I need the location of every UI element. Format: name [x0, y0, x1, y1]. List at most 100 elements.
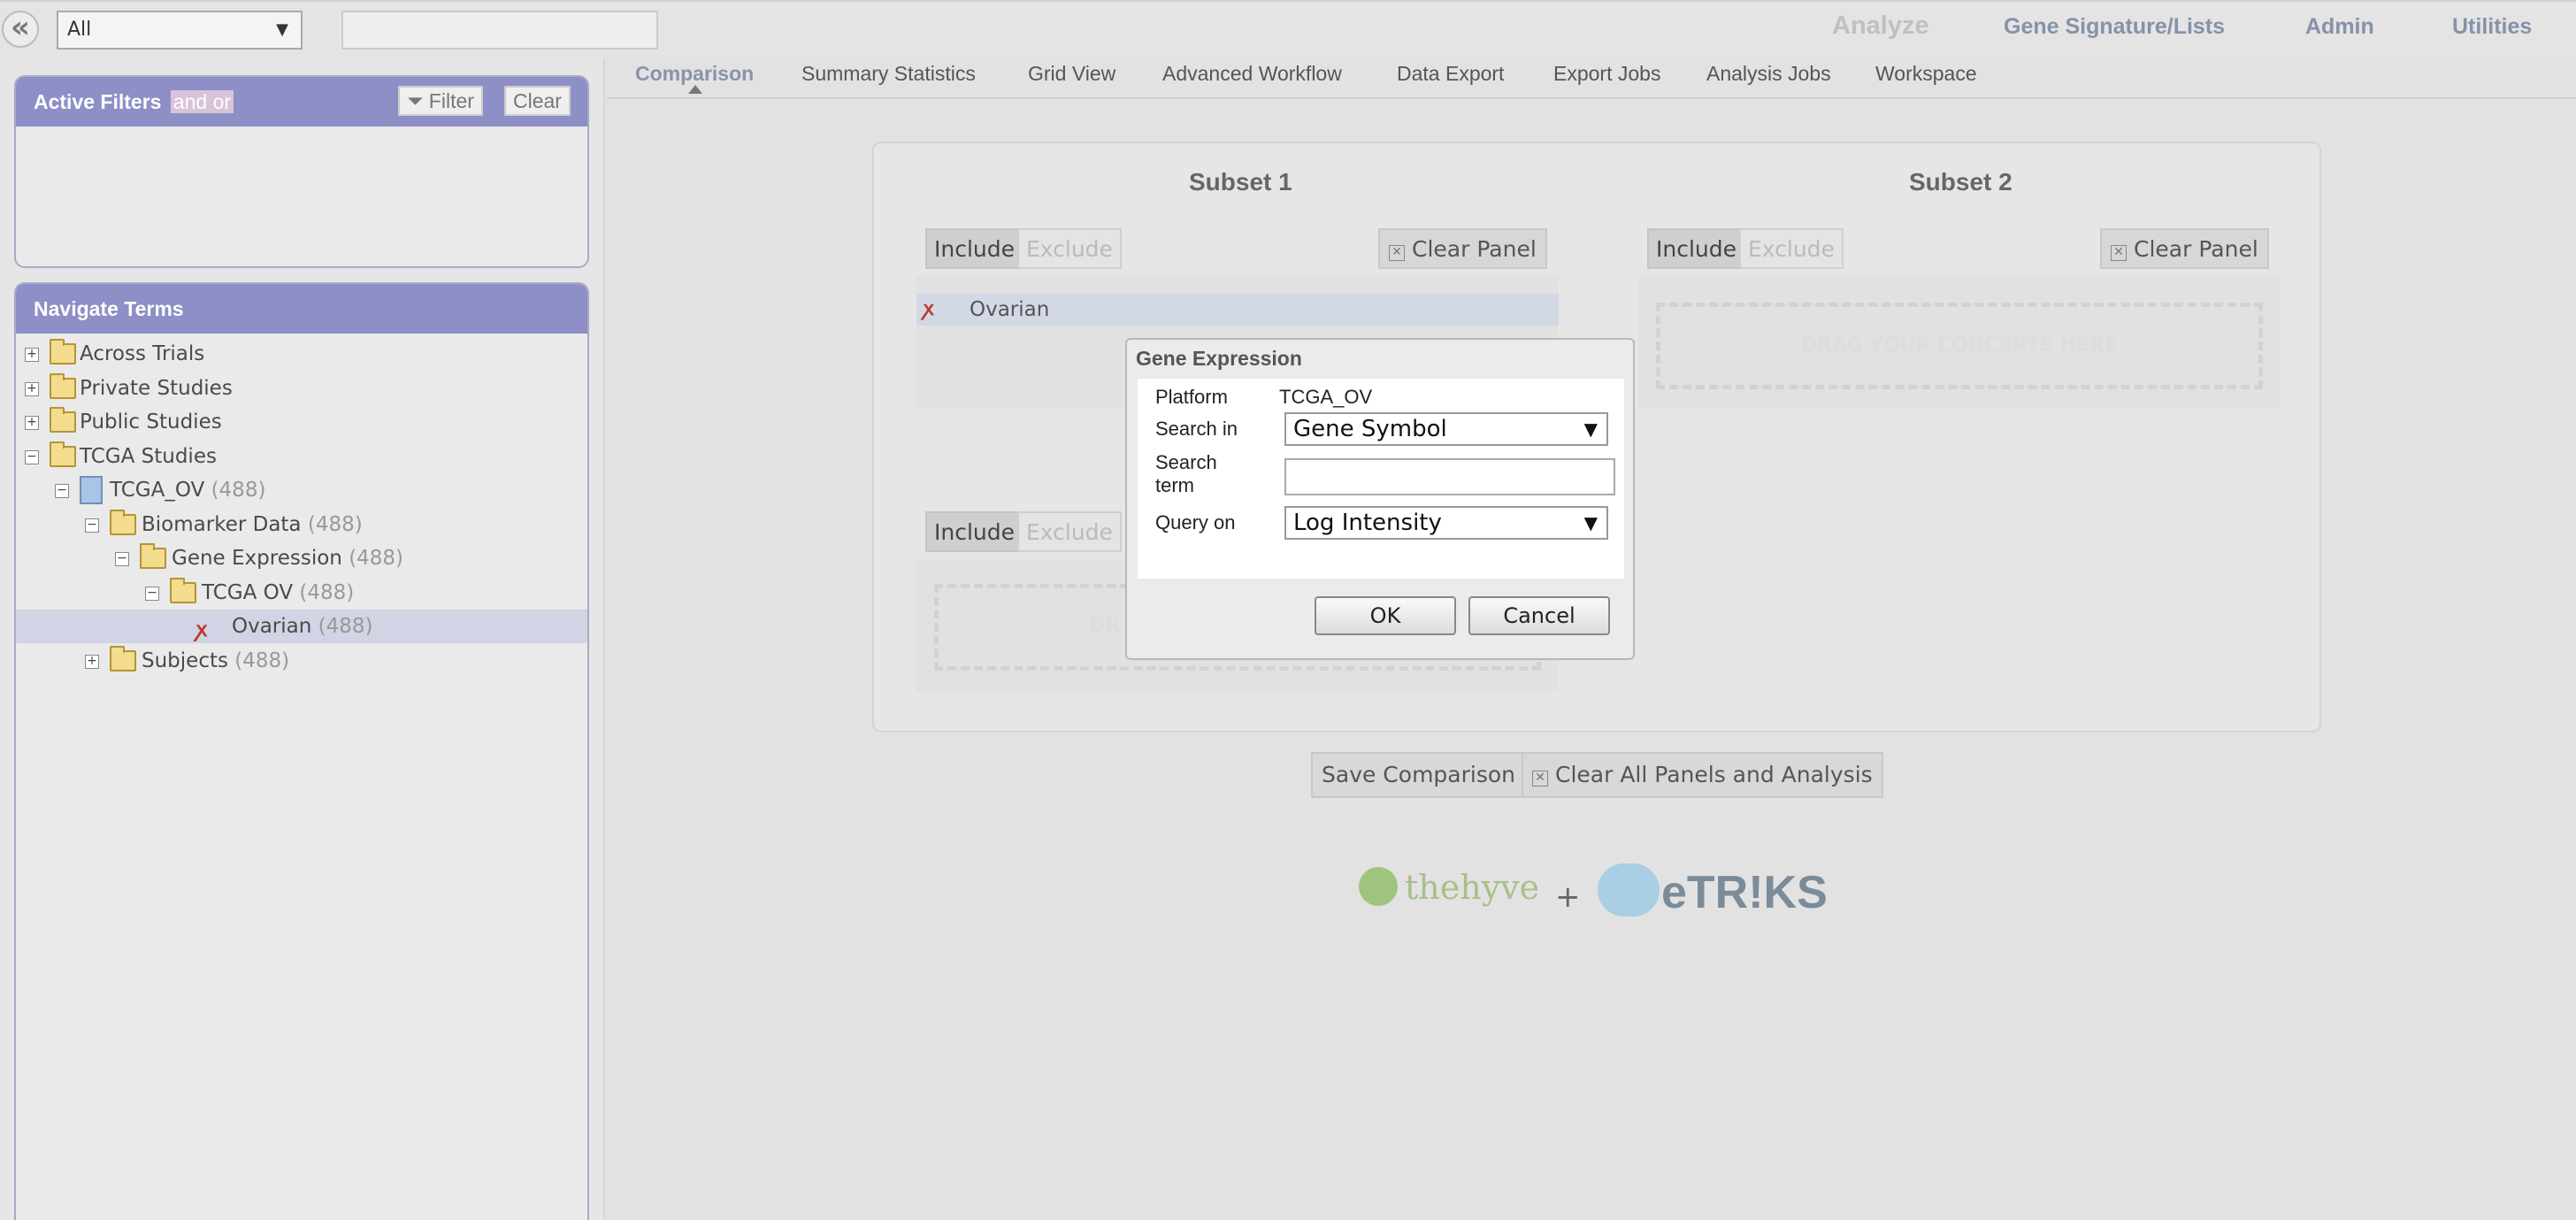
- expand-icon[interactable]: +: [25, 416, 39, 430]
- folder-icon: [50, 373, 76, 399]
- nav-utilities[interactable]: Utilities: [2452, 14, 2532, 40]
- active-filters-panel: Active Filters and or ⏷ Filter Clear: [14, 75, 589, 268]
- tree-node-tcga-studies[interactable]: − TCGA Studies: [16, 440, 587, 473]
- chevron-down-icon: ▼: [276, 20, 288, 39]
- tree-node-gene-expression[interactable]: − Gene Expression (488): [16, 541, 587, 575]
- dialog-title: Gene Expression: [1136, 347, 1302, 370]
- subset-2-title: Subset 2: [1909, 168, 2012, 196]
- search-term-label-line-1: Search: [1155, 451, 1217, 473]
- high-dimensional-data-icon: ꭗ: [924, 298, 934, 320]
- tab-export-jobs[interactable]: Export Jobs: [1553, 62, 1660, 86]
- active-tab-indicator: [688, 85, 702, 94]
- search-term-label: Search term: [1155, 451, 1217, 497]
- query-on-select[interactable]: Log Intensity ▼: [1284, 506, 1608, 540]
- tree-node-biomarker-data[interactable]: − Biomarker Data (488): [16, 508, 587, 541]
- tree-node-count: (488): [307, 513, 363, 536]
- tab-advanced-workflow[interactable]: Advanced Workflow: [1162, 62, 1342, 86]
- tree-node-label: Public Studies: [80, 411, 222, 434]
- top-search-input[interactable]: [341, 11, 658, 50]
- clear-filters-button[interactable]: Clear: [504, 86, 571, 116]
- collapse-icon[interactable]: −: [25, 450, 39, 464]
- include-toggle[interactable]: Include: [1647, 228, 1746, 269]
- and-or-toggle[interactable]: and or: [170, 90, 234, 113]
- tree-node-tcga-ov-platform[interactable]: − TCGA OV (488): [16, 576, 587, 610]
- include-toggle[interactable]: Include: [925, 511, 1024, 552]
- folder-open-icon: [110, 510, 136, 535]
- exclude-toggle[interactable]: Exclude: [1017, 228, 1122, 269]
- folder-open-icon: [50, 441, 76, 467]
- tab-grid-view[interactable]: Grid View: [1028, 62, 1116, 86]
- nav-admin[interactable]: Admin: [2305, 14, 2374, 40]
- collapse-icon[interactable]: −: [115, 552, 129, 566]
- platform-value: TCGA_OV: [1279, 386, 1373, 408]
- close-icon: ✕: [1532, 771, 1548, 786]
- collapse-icon[interactable]: −: [145, 587, 159, 601]
- chevron-down-icon: ▼: [1583, 512, 1598, 533]
- left-panel: Active Filters and or ⏷ Filter Clear Nav…: [0, 58, 605, 1220]
- tree-node-label: TCGA Studies: [80, 445, 217, 468]
- dialog-body: Platform TCGA_OV Search in Gene Symbol ▼ …: [1138, 379, 1624, 579]
- include-toggle[interactable]: Include: [925, 228, 1024, 269]
- tree-node-count: (488): [299, 581, 355, 604]
- navigate-terms-panel: Navigate Terms + Across Trials + Private…: [14, 282, 589, 1220]
- collapse-sidebar-button[interactable]: «: [2, 11, 39, 48]
- etriks-logo-text: eTR!KS: [1661, 867, 1828, 918]
- tree-node-label: TCGA OV (488): [202, 576, 354, 610]
- expand-icon[interactable]: +: [25, 382, 39, 396]
- tab-data-export[interactable]: Data Export: [1397, 62, 1504, 86]
- concept-tree: + Across Trials + Private Studies + Publ…: [16, 334, 587, 1220]
- tree-node-subjects[interactable]: + Subjects (488): [16, 644, 587, 678]
- expand-icon[interactable]: +: [85, 655, 99, 669]
- panel-toolbar: Include Exclude ✕ Clear Panel: [1638, 219, 2281, 276]
- tree-node-count: (488): [234, 649, 290, 672]
- query-on-label: Query on: [1155, 511, 1236, 533]
- tree-node-ovarian[interactable]: ꭗ Ovarian (488): [16, 610, 587, 643]
- category-select[interactable]: All ▼: [57, 11, 303, 50]
- nav-gene-signature-lists[interactable]: Gene Signature/Lists: [2004, 14, 2225, 40]
- search-in-value: Gene Symbol: [1293, 416, 1447, 442]
- folder-open-icon: [170, 578, 196, 603]
- folder-open-icon: [140, 543, 166, 569]
- tree-node-public-studies[interactable]: + Public Studies: [16, 405, 587, 439]
- expand-icon[interactable]: +: [25, 348, 39, 362]
- subset-1-title: Subset 1: [1189, 168, 1292, 196]
- concept-drop-zone[interactable]: DRAG YOUR CONCEPTS HERE: [1656, 303, 2263, 389]
- etriks-logo: eTR!KS: [1598, 863, 1828, 919]
- etriks-star-icon: [1598, 863, 1660, 917]
- tree-node-across-trials[interactable]: + Across Trials: [16, 337, 587, 371]
- filter-button[interactable]: ⏷ Filter: [398, 86, 483, 116]
- study-icon: [80, 476, 103, 504]
- tree-node-tcga-ov[interactable]: − TCGA_OV (488): [16, 473, 587, 507]
- close-icon: ✕: [2111, 245, 2127, 261]
- collapse-icon[interactable]: −: [85, 518, 99, 533]
- ok-button[interactable]: OK: [1315, 596, 1456, 635]
- search-in-select[interactable]: Gene Symbol ▼: [1284, 412, 1608, 446]
- navigate-terms-title: Navigate Terms: [34, 297, 184, 320]
- exclude-toggle[interactable]: Exclude: [1739, 228, 1844, 269]
- search-term-input[interactable]: [1284, 458, 1615, 495]
- clear-panel-button[interactable]: ✕ Clear Panel: [1378, 228, 1547, 269]
- clear-panel-button[interactable]: ✕ Clear Panel: [2100, 228, 2269, 269]
- clear-all-label: Clear All Panels and Analysis: [1555, 762, 1873, 787]
- cancel-button[interactable]: Cancel: [1468, 596, 1610, 635]
- tab-comparison[interactable]: Comparison: [635, 62, 754, 86]
- tab-summary-statistics[interactable]: Summary Statistics: [801, 62, 976, 86]
- tree-node-label: Private Studies: [80, 377, 233, 400]
- concept-chip[interactable]: ꭗ Ovarian: [916, 294, 1559, 326]
- tree-node-private-studies[interactable]: + Private Studies: [16, 372, 587, 405]
- platform-label: Platform: [1155, 386, 1228, 408]
- close-icon: ✕: [1389, 245, 1405, 261]
- save-comparison-button[interactable]: Save Comparison: [1311, 752, 1526, 798]
- tree-node-name: TCGA OV: [202, 581, 294, 604]
- nav-analyze[interactable]: Analyze: [1832, 12, 1929, 41]
- tree-node-name: Ovarian: [232, 615, 312, 638]
- tab-workspace[interactable]: Workspace: [1875, 62, 1977, 86]
- tree-node-label: Biomarker Data (488): [142, 508, 363, 541]
- gene-expression-dialog: Gene Expression Platform TCGA_OV Search …: [1125, 338, 1635, 660]
- collapse-icon[interactable]: −: [55, 484, 69, 498]
- concept-chip-label: Ovarian: [970, 298, 1050, 321]
- exclude-toggle[interactable]: Exclude: [1017, 511, 1122, 552]
- navigate-terms-header: Navigate Terms: [16, 284, 587, 334]
- tab-analysis-jobs[interactable]: Analysis Jobs: [1706, 62, 1831, 86]
- clear-all-panels-button[interactable]: ✕ Clear All Panels and Analysis: [1522, 752, 1883, 798]
